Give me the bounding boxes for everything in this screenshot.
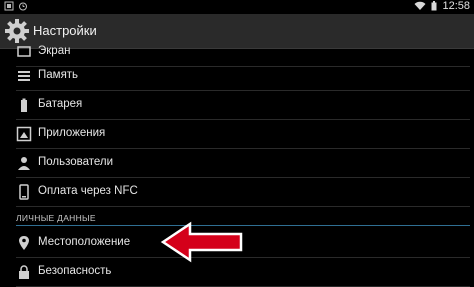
list-item-users[interactable]: Пользователи (16, 149, 470, 178)
location-pin-icon (19, 236, 29, 250)
annotation-arrow (160, 221, 243, 263)
list-item-label: Пользователи (38, 156, 114, 168)
status-right-icons: 12:58 (414, 0, 470, 12)
list-item-label: Батарея (38, 98, 83, 110)
wifi-icon (414, 1, 426, 10)
list-item-storage[interactable]: Память (16, 62, 470, 91)
list-item-label: Приложения (38, 127, 106, 139)
screenshot-icon (4, 1, 14, 11)
users-icon (18, 157, 30, 170)
nfc-payment-icon (19, 184, 29, 200)
alarm-icon (19, 2, 27, 11)
status-left-icons (4, 1, 28, 11)
list-item-label: Экран (38, 45, 71, 57)
list-item-nfc-payment[interactable]: Оплата через NFC (16, 178, 470, 207)
page-title: Настройки (33, 23, 97, 38)
clock: 12:58 (442, 0, 470, 12)
battery-icon (21, 98, 27, 112)
list-item-label: Местоположение (38, 236, 131, 248)
storage-icon (18, 71, 30, 81)
display-icon (17, 46, 31, 57)
list-item-label: Безопасность (38, 265, 112, 277)
status-bar: 12:58 (0, 0, 474, 14)
battery-icon (431, 1, 437, 11)
list-item-label: Память (38, 69, 79, 81)
apps-icon (16, 126, 32, 142)
list-item-battery[interactable]: Батарея (16, 91, 470, 120)
list-item-apps[interactable]: Приложения (16, 120, 470, 149)
list-item-label: Оплата через NFC (38, 185, 138, 197)
lock-icon (19, 265, 29, 279)
